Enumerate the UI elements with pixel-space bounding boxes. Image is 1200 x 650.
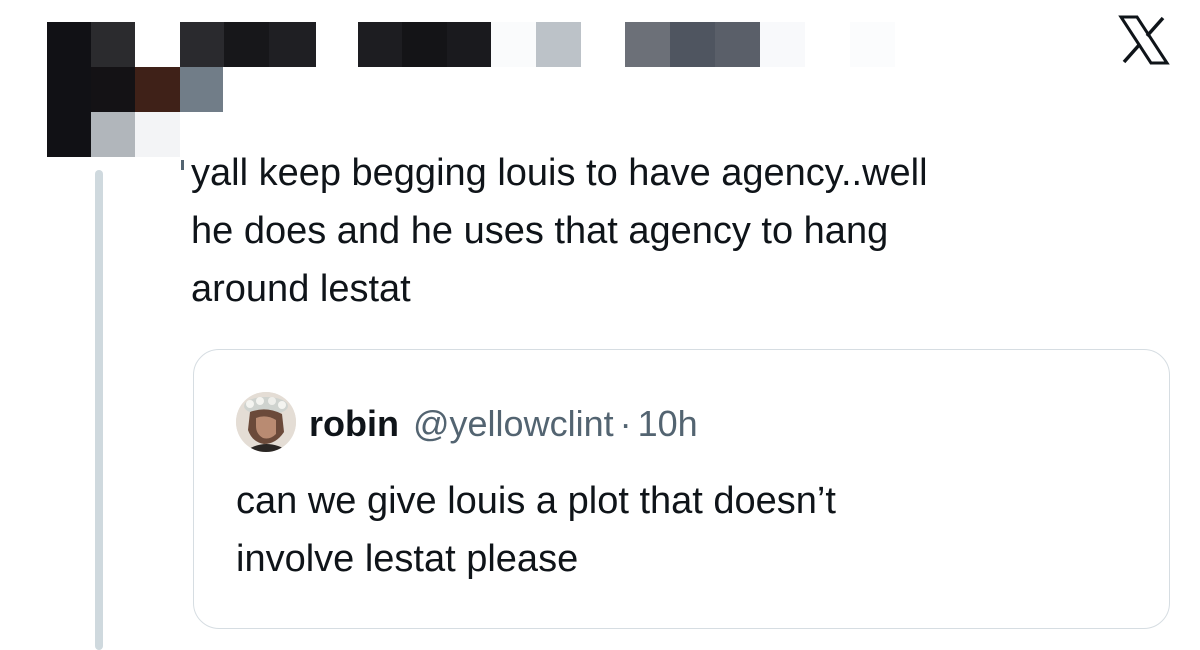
avatar-image-icon [236,392,296,452]
quote-header: robin @yellowclint · 10h [309,400,698,448]
separator-dot: · [619,403,632,444]
tweet-text: yall keep begging louis to have agency..… [191,152,928,310]
quote-text: can we give louis a plot that doesn’t in… [236,480,836,580]
quote-tweet-card[interactable]: robin @yellowclint · 10h can we give lou… [193,349,1170,629]
x-logo-icon [1118,15,1170,65]
text-cursor-mark [181,160,184,170]
quote-author-name[interactable]: robin [309,403,399,445]
quote-author-handle[interactable]: @yellowclint [413,403,614,445]
quote-timestamp[interactable]: 10h [638,403,698,445]
thread-connector-line [95,170,103,650]
user-avatar[interactable] [236,392,296,452]
